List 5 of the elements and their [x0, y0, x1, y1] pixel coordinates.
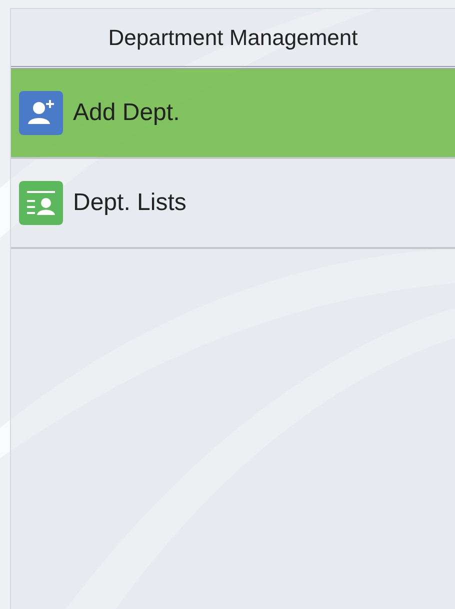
- screen-title: Department Management: [108, 24, 358, 52]
- person-list-icon: [19, 181, 63, 225]
- menu-item[interactable]: Dept. Lists: [11, 159, 455, 249]
- menu-item[interactable]: Add Dept.: [11, 69, 455, 159]
- add-person-icon: [19, 91, 63, 135]
